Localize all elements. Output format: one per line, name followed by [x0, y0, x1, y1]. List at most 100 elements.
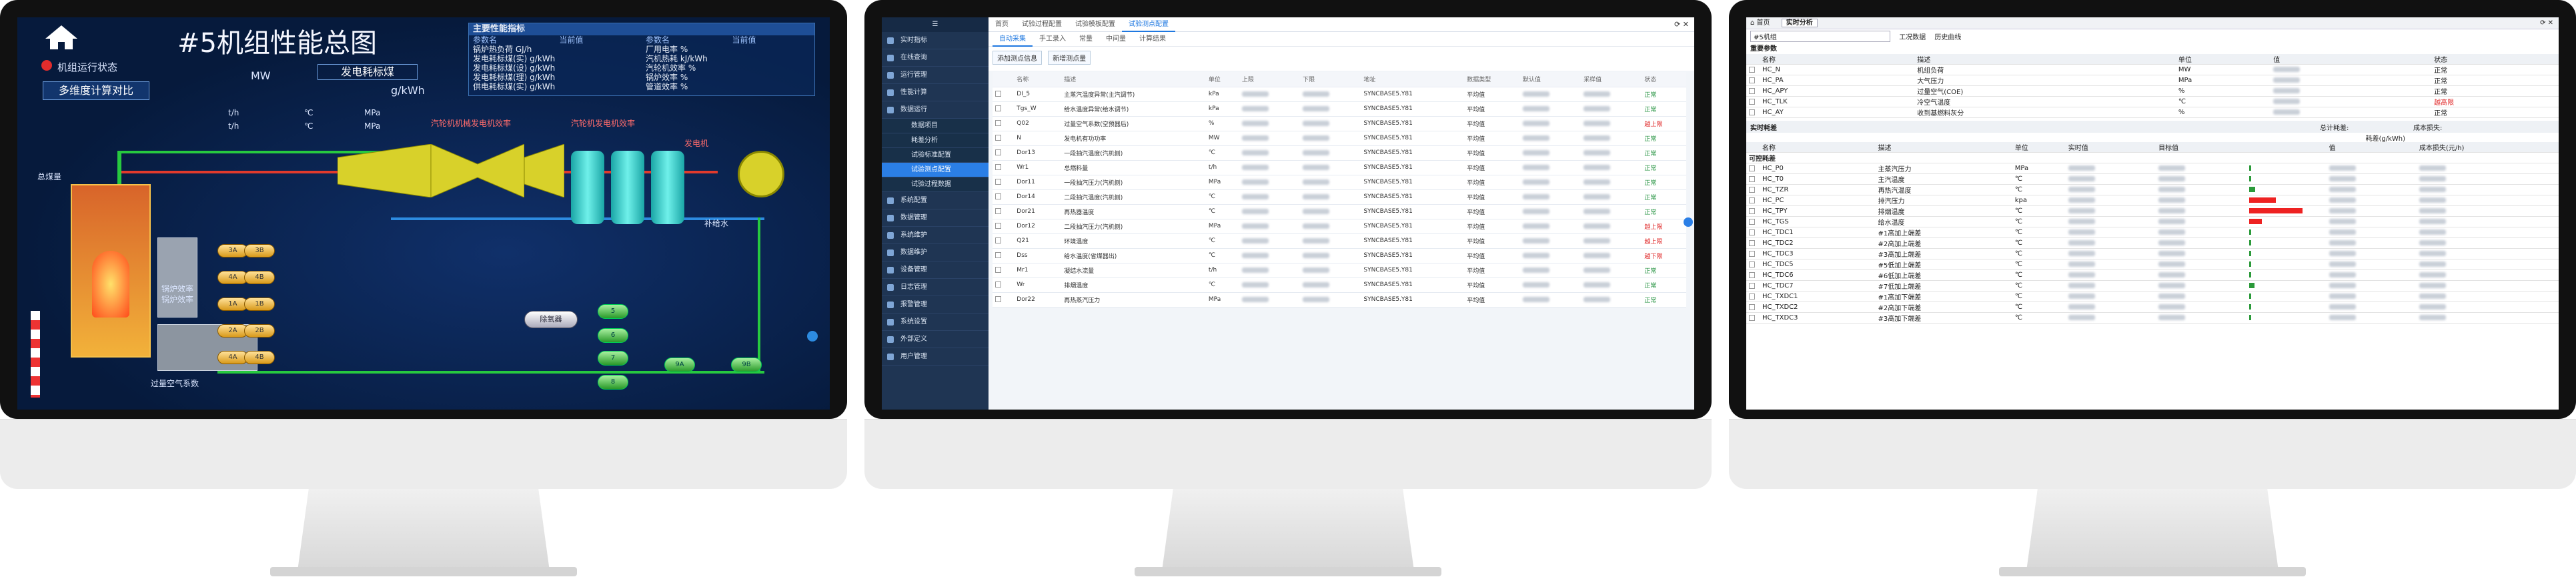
sidebar-item[interactable]: 实时指标: [882, 32, 989, 49]
home-icon[interactable]: [44, 24, 79, 51]
sidebar-item[interactable]: 系统配置: [882, 192, 989, 209]
sub-tab[interactable]: 自动采集: [993, 32, 1033, 47]
row-checkbox[interactable]: [993, 116, 1015, 131]
table-row[interactable]: Mr1 凝结水流量 t/h SYNCBASE5.Y81 平均值 正常: [993, 263, 1686, 278]
table-row[interactable]: Dor13 一段抽汽温度(汽机侧) ℃ SYNCBASE5.Y81 平均值 正常: [993, 145, 1686, 161]
row-checkbox[interactable]: [1746, 85, 1760, 97]
table-row[interactable]: HC_PA 大气压力 MPa 正常: [1746, 75, 2559, 86]
row-checkbox[interactable]: [1746, 216, 1760, 227]
table-row[interactable]: Wr1 总燃料量 t/h SYNCBASE5.Y81 平均值 正常: [993, 160, 1686, 175]
table-row[interactable]: Dor14 二段抽汽温度(汽机侧) ℃ SYNCBASE5.Y81 平均值 正常: [993, 189, 1686, 205]
row-checkbox[interactable]: [1746, 75, 1760, 86]
sidebar-subitem[interactable]: 数据项目: [882, 119, 989, 133]
table-row[interactable]: HC_TDC2 #2高加上端差 ℃: [1746, 237, 2559, 249]
sidebar-item[interactable]: 系统设置: [882, 314, 989, 331]
sub-tab[interactable]: 中间量: [1099, 32, 1133, 47]
sidebar-item[interactable]: 性能计算: [882, 84, 989, 101]
sidebar-item[interactable]: 数据管理: [882, 209, 989, 227]
sidebar-item[interactable]: 设备管理: [882, 261, 989, 279]
table-row[interactable]: N 发电机有功功率 MW SYNCBASE5.Y81 平均值 正常: [993, 131, 1686, 146]
history-curve-button[interactable]: 历史曲线: [1934, 34, 1961, 41]
table-row[interactable]: Q02 过量空气系数(空预器后)% SYNCBASE5.Y81 平均值 越上限: [993, 116, 1686, 131]
table-row[interactable]: HC_AY 收到基燃料灰分% 正常: [1746, 107, 2559, 118]
row-checkbox[interactable]: [1746, 163, 1760, 174]
table-row[interactable]: Dor11 一段抽汽压力(汽机侧) MPa SYNCBASE5.Y81 平均值 正常: [993, 175, 1686, 190]
scroll-handle[interactable]: [1684, 217, 1693, 227]
table-row[interactable]: HC_TGS 给水温度 ℃: [1746, 216, 2559, 227]
tab-home[interactable]: 首页: [1757, 19, 1770, 27]
refresh-icon[interactable]: ⟳ ✕: [1674, 20, 1689, 29]
work-data-button[interactable]: 工况数据: [1899, 34, 1926, 41]
row-checkbox[interactable]: [1746, 280, 1760, 292]
table-row[interactable]: Dor22 再热蒸汽压力 MPa SYNCBASE5.Y81 平均值 正常: [993, 292, 1686, 308]
row-checkbox[interactable]: [1746, 205, 1760, 217]
menu-toggle-icon[interactable]: ☰: [882, 17, 989, 32]
select-all-checkbox[interactable]: [1746, 54, 1760, 65]
sub-tab[interactable]: 手工录入: [1033, 32, 1073, 47]
tab[interactable]: 试验过程配置: [1015, 17, 1069, 32]
scroll-handle[interactable]: [807, 331, 818, 342]
table-row[interactable]: HC_N 机组负荷 MW 正常: [1746, 64, 2559, 75]
table-row[interactable]: DI_5 主蒸汽温度异常(主汽调节) kPa SYNCBASE5.Y81 平均值 正常: [993, 87, 1686, 102]
row-checkbox[interactable]: [1746, 248, 1760, 259]
row-checkbox[interactable]: [1746, 259, 1760, 270]
table-row[interactable]: Tgs_W 给水温度异常(给水调节) kPa SYNCBASE5.Y81 平均值 正常: [993, 101, 1686, 117]
table-row[interactable]: HC_TXDC1 #1高加下端差 ℃: [1746, 291, 2559, 302]
row-checkbox[interactable]: [1746, 64, 1760, 75]
sub-tab[interactable]: 计算结果: [1133, 32, 1173, 47]
sidebar-item[interactable]: 日志管理: [882, 279, 989, 296]
row-checkbox[interactable]: [993, 131, 1015, 146]
row-checkbox[interactable]: [1746, 184, 1760, 195]
sidebar-item[interactable]: 在线查询: [882, 49, 989, 67]
row-checkbox[interactable]: [993, 277, 1015, 293]
table-row[interactable]: HC_TDC3 #3高加上端差 ℃: [1746, 248, 2559, 259]
tab[interactable]: 试验测点配置: [1122, 17, 1175, 32]
sidebar-subitem[interactable]: 试验过程数据: [882, 177, 989, 192]
table-row[interactable]: HC_T0 主汽温度 ℃: [1746, 173, 2559, 185]
window-controls-icon[interactable]: ⟳ ✕: [2540, 17, 2553, 29]
row-checkbox[interactable]: [993, 248, 1015, 263]
table-row[interactable]: Dor12 二段抽汽压力(汽机侧) MPa SYNCBASE5.Y81 平均值 越上限: [993, 219, 1686, 234]
table-row[interactable]: Dss 给水温度(省煤器出) ℃ SYNCBASE5.Y81 平均值 越下限: [993, 248, 1686, 263]
add-point-button[interactable]: 添加测点信息: [993, 51, 1042, 65]
select-all-checkbox[interactable]: [993, 72, 1015, 87]
sidebar-item[interactable]: 报警管理: [882, 296, 989, 314]
tab[interactable]: 首页: [989, 17, 1015, 32]
tab-realtime[interactable]: 实时分析: [1781, 19, 1818, 27]
table-row[interactable]: HC_TLK 冷空气温度 ℃ 越高限: [1746, 96, 2559, 107]
row-checkbox[interactable]: [993, 263, 1015, 278]
row-checkbox[interactable]: [993, 87, 1015, 102]
sub-tab[interactable]: 常量: [1073, 32, 1099, 47]
sidebar-item[interactable]: 数据运行: [882, 101, 989, 119]
table-row[interactable]: Dor21 再热器温度 ℃ SYNCBASE5.Y81 平均值 正常: [993, 204, 1686, 219]
table-row[interactable]: HC_TDC7 #7低加上端差 ℃: [1746, 280, 2559, 292]
row-checkbox[interactable]: [993, 204, 1015, 219]
new-point-button[interactable]: 新增测点量: [1048, 51, 1091, 65]
table-row[interactable]: HC_TDC6 #6低加上端差 ℃: [1746, 269, 2559, 281]
table-row[interactable]: HC_APY 过量空气(COE)% 正常: [1746, 85, 2559, 97]
row-checkbox[interactable]: [1746, 269, 1760, 281]
row-checkbox[interactable]: [1746, 96, 1760, 107]
row-checkbox[interactable]: [1746, 291, 1760, 302]
row-checkbox[interactable]: [1746, 312, 1760, 324]
unit-select[interactable]: #5机组: [1750, 31, 1890, 42]
sidebar-item[interactable]: 系统维护: [882, 227, 989, 244]
sidebar-item[interactable]: 数据维护: [882, 244, 989, 261]
table-row[interactable]: HC_TDC5 #5低加上端差 ℃: [1746, 259, 2559, 270]
table-row[interactable]: HC_TPY 排烟温度 ℃: [1746, 205, 2559, 217]
table-row[interactable]: HC_TXDC3 #3高加下端差 ℃: [1746, 312, 2559, 324]
sidebar-item[interactable]: 运行管理: [882, 67, 989, 84]
sidebar-subitem[interactable]: 耗差分析: [882, 133, 989, 148]
row-checkbox[interactable]: [993, 292, 1015, 308]
row-checkbox[interactable]: [1746, 237, 1760, 249]
home-icon[interactable]: ⌂: [1750, 19, 1757, 27]
row-checkbox[interactable]: [1746, 107, 1760, 118]
sidebar-item[interactable]: 外部定义: [882, 331, 989, 348]
sidebar-item[interactable]: 用户管理: [882, 348, 989, 366]
row-checkbox[interactable]: [993, 189, 1015, 205]
sidebar-subitem[interactable]: 试验标准配置: [882, 148, 989, 163]
table-row[interactable]: HC_TDC1 #1高加上端差 ℃: [1746, 227, 2559, 238]
row-checkbox[interactable]: [1746, 173, 1760, 185]
row-checkbox[interactable]: [1746, 227, 1760, 238]
table-row[interactable]: Wr 排烟温度 ℃ SYNCBASE5.Y81 平均值 正常: [993, 277, 1686, 293]
